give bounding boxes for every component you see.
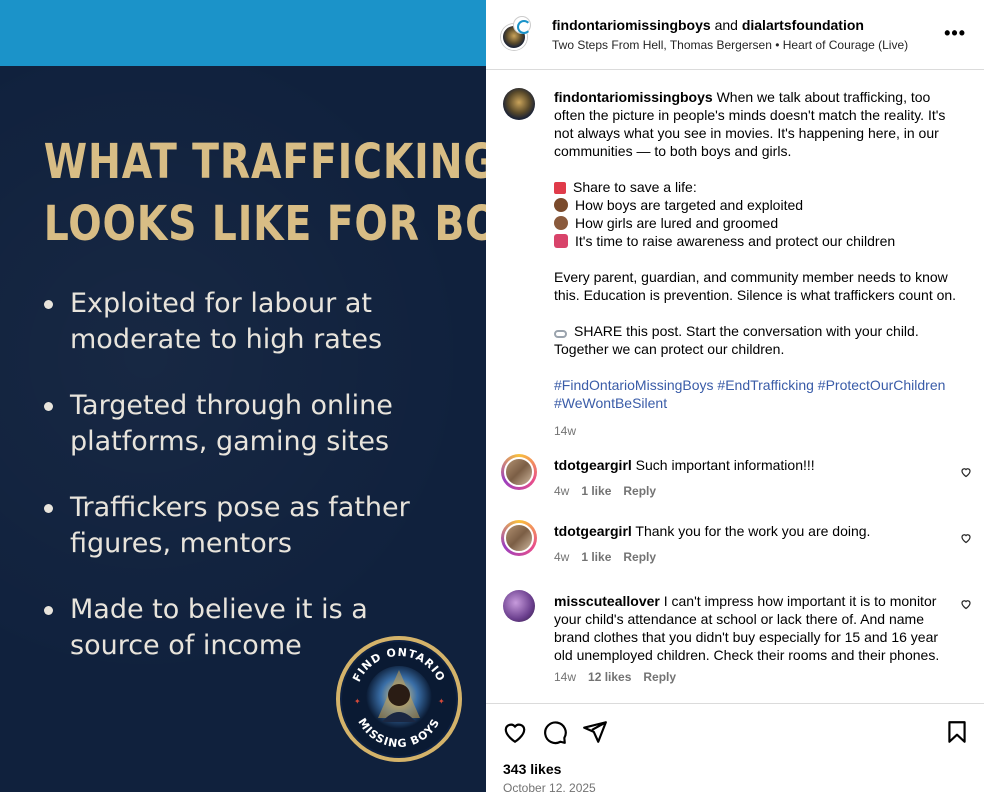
caption-list-item: Share to save a life: xyxy=(573,179,697,195)
bullet-dot-icon xyxy=(44,300,53,309)
header-usernames: findontariomissingboys and dialartsfound… xyxy=(552,17,864,33)
comment-meta: 4w 1 like Reply xyxy=(554,550,668,564)
more-horizontal-icon[interactable]: ••• xyxy=(944,24,966,42)
image-bullet: Traffickers pose as father figures, ment… xyxy=(44,490,464,562)
comment-username[interactable]: tdotgeargirl xyxy=(554,457,632,473)
post-actions: 343 likes October 12, 2025 xyxy=(486,703,984,792)
bullet-text: Traffickers pose as father xyxy=(70,492,410,523)
megaphone-emoji-icon xyxy=(554,234,568,248)
comment-username[interactable]: misscuteallover xyxy=(554,593,660,609)
bullet-dot-icon xyxy=(44,504,53,513)
like-heart-icon[interactable] xyxy=(502,719,528,745)
bullet-dot-icon xyxy=(44,402,53,411)
comment-meta: 4w 1 like Reply xyxy=(554,484,668,498)
comment-body: Such important information!!! xyxy=(635,457,815,473)
caption-avatar[interactable] xyxy=(503,88,535,120)
girl-emoji-icon xyxy=(554,216,568,230)
flag-emoji-icon xyxy=(554,182,566,194)
bullet-text: Exploited for labour at xyxy=(70,288,372,319)
comment-body: Thank you for the work you are doing. xyxy=(635,523,871,539)
image-bullet-list: Exploited for labour at moderate to high… xyxy=(44,286,464,694)
comment-text: tdotgeargirl Thank you for the work you … xyxy=(554,522,949,540)
collab-avatar[interactable] xyxy=(513,16,531,34)
caption-list-item: It's time to raise awareness and protect… xyxy=(575,233,896,249)
header-username-1[interactable]: findontariomissingboys xyxy=(552,17,711,33)
caption-text: findontariomissingboys When we talk abou… xyxy=(554,88,964,440)
header-username-2[interactable]: dialartsfoundation xyxy=(742,17,864,33)
bullet-text: Made to believe it is a xyxy=(70,594,368,625)
caption-paragraph-3: SHARE this post. Start the conversation … xyxy=(554,323,919,357)
share-send-icon[interactable] xyxy=(582,719,608,745)
image-top-band xyxy=(0,0,486,66)
link-emoji-icon xyxy=(554,330,567,338)
boy-emoji-icon xyxy=(554,198,568,212)
caption-list-item: How girls are lured and groomed xyxy=(575,215,779,231)
hashtag-link[interactable]: #ProtectOurChildren xyxy=(818,377,946,393)
hashtag-link[interactable]: #WeWontBeSilent xyxy=(554,395,667,411)
comment-username[interactable]: tdotgeargirl xyxy=(554,523,632,539)
caption-username[interactable]: findontariomissingboys xyxy=(554,89,713,105)
like-comment-heart-icon[interactable] xyxy=(960,466,972,478)
bullet-text: Targeted through online xyxy=(70,390,393,421)
post-header: findontariomissingboys and dialartsfound… xyxy=(486,0,984,70)
comment-text: misscuteallover I can't impress how impo… xyxy=(554,592,949,664)
reply-button[interactable]: Reply xyxy=(623,550,656,564)
bullet-dot-icon xyxy=(44,606,53,615)
caption-timestamp[interactable]: 14w xyxy=(554,422,964,440)
comment-meta: 14w 12 likes Reply xyxy=(554,670,688,684)
comment-bubble-icon[interactable] xyxy=(542,719,568,745)
bullet-text: figures, mentors xyxy=(70,528,292,559)
like-count[interactable]: 343 likes xyxy=(503,761,561,777)
header-joiner: and xyxy=(710,17,742,33)
image-bullet: Exploited for labour at moderate to high… xyxy=(44,286,464,358)
svg-text:✦: ✦ xyxy=(438,697,445,706)
post-image[interactable]: WHAT TRAFFICKING LOOKS LIKE FOR BOYS Exp… xyxy=(0,0,486,792)
comment-time[interactable]: 4w xyxy=(554,484,569,498)
commenter-avatar[interactable] xyxy=(501,454,537,490)
reply-button[interactable]: Reply xyxy=(643,670,676,684)
image-title-line2: LOOKS LIKE FOR BOYS xyxy=(43,196,486,252)
image-bullet: Targeted through online platforms, gamin… xyxy=(44,388,464,460)
comment-text: tdotgeargirl Such important information!… xyxy=(554,456,949,474)
comment-likes[interactable]: 1 like xyxy=(581,484,611,498)
reply-button[interactable]: Reply xyxy=(623,484,656,498)
audio-track-link[interactable]: Two Steps From Hell, Thomas Bergersen • … xyxy=(552,38,908,52)
like-comment-heart-icon[interactable] xyxy=(960,532,972,544)
find-ontario-missing-boys-logo: FIND ONTARIO MISSING BOYS ✦ ✦ xyxy=(336,636,462,762)
comment-time[interactable]: 14w xyxy=(554,670,576,684)
comment-likes[interactable]: 12 likes xyxy=(588,670,631,684)
post-date[interactable]: October 12, 2025 xyxy=(503,781,596,792)
commenter-avatar[interactable] xyxy=(501,520,537,556)
bullet-text: moderate to high rates xyxy=(70,324,383,355)
hashtag-link[interactable]: #EndTrafficking xyxy=(717,377,814,393)
svg-text:✦: ✦ xyxy=(354,697,361,706)
comment-likes[interactable]: 1 like xyxy=(581,550,611,564)
like-comment-heart-icon[interactable] xyxy=(960,598,972,610)
image-title-line1: WHAT TRAFFICKING xyxy=(43,134,486,190)
save-bookmark-icon[interactable] xyxy=(944,719,970,745)
caption-paragraph-2: Every parent, guardian, and community me… xyxy=(554,269,957,303)
commenter-avatar[interactable] xyxy=(503,590,535,622)
hashtag-link[interactable]: #FindOntarioMissingBoys xyxy=(554,377,714,393)
comment-time[interactable]: 4w xyxy=(554,550,569,564)
caption-list-item: How boys are targeted and exploited xyxy=(575,197,804,213)
bullet-text: platforms, gaming sites xyxy=(70,426,390,457)
